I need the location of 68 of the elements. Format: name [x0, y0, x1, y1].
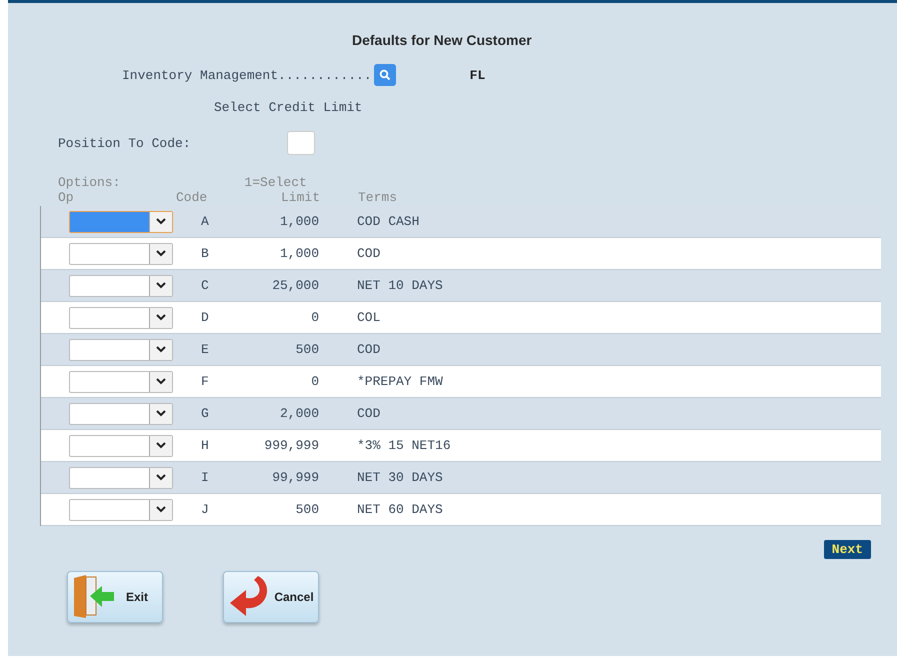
- table-cell-text: A: [200, 214, 210, 229]
- table-cell: COL: [357, 310, 380, 325]
- table-cell-text: 99,999: [271, 470, 319, 485]
- table-cell: *PREPAY FMW: [357, 374, 443, 389]
- caret-icon: [156, 506, 166, 513]
- door-arrow-icon: [72, 574, 116, 620]
- column-header: Op: [58, 190, 75, 206]
- action-button[interactable]: Cancel: [223, 571, 319, 623]
- next-button[interactable]: Next: [824, 540, 871, 559]
- table-cell: COD: [357, 406, 380, 421]
- caret-icon: [156, 282, 166, 289]
- caret-icon: [156, 442, 166, 449]
- option-dropdown[interactable]: [69, 402, 173, 424]
- option-dropdown[interactable]: [69, 466, 173, 488]
- table-cell-text: I: [200, 470, 210, 485]
- table-cell-text: 0: [310, 374, 319, 389]
- table-cell: COD CASH: [357, 214, 420, 229]
- options-legend: 1=Select: [244, 175, 307, 190]
- table-cell-text: H: [200, 438, 210, 453]
- option-dropdown[interactable]: [69, 210, 173, 232]
- table-cell: *3% 15 NET16: [357, 438, 451, 453]
- caret-icon: [156, 250, 166, 257]
- table-cell-text: E: [200, 342, 210, 357]
- table-cell: NET 60 DAYS: [357, 502, 443, 517]
- search-button[interactable]: [374, 64, 396, 86]
- search-icon: [378, 69, 391, 81]
- table-cell-text: 2,000: [278, 406, 319, 421]
- table-cell-text: 25,000: [271, 278, 319, 293]
- table-cell-text: J: [200, 502, 210, 517]
- caret-icon: [156, 410, 166, 417]
- table-cell-text: G: [200, 406, 210, 421]
- table-cell: COD: [357, 342, 380, 357]
- caret-icon: [156, 346, 166, 353]
- field-value: FL: [470, 68, 486, 82]
- option-dropdown[interactable]: [69, 498, 173, 520]
- table-cell-text: 500: [294, 342, 319, 357]
- column-header: Terms: [358, 190, 398, 206]
- table-cell: COD: [357, 246, 380, 261]
- table-cell-text: 500: [294, 502, 319, 517]
- column-header: Code: [176, 190, 208, 206]
- options-label: Options:: [58, 175, 120, 190]
- table-cell-text: 0: [310, 310, 319, 325]
- caret-icon: [156, 314, 166, 321]
- column-header: Limit: [280, 190, 320, 206]
- action-button[interactable]: Exit: [67, 571, 163, 623]
- section-heading: Select Credit Limit: [214, 100, 362, 115]
- table-cell-text: F: [200, 374, 210, 389]
- table-cell: NET 10 DAYS: [357, 278, 443, 293]
- field-label: Inventory Management............: [122, 68, 372, 82]
- table-cell-text: C: [200, 278, 210, 293]
- option-dropdown[interactable]: [69, 274, 173, 296]
- option-dropdown[interactable]: [69, 306, 173, 328]
- table-cell-text: B: [200, 246, 210, 261]
- option-dropdown[interactable]: [69, 434, 173, 456]
- caret-icon: [156, 474, 166, 481]
- form-title: Defaults for New Customer: [352, 32, 532, 48]
- table-cell: NET 30 DAYS: [357, 470, 443, 485]
- input-field[interactable]: [286, 131, 315, 155]
- caret-icon: [156, 218, 166, 225]
- table-cell-text: 1,000: [278, 214, 319, 229]
- table-cell-text: 999,999: [263, 438, 319, 453]
- option-dropdown[interactable]: [69, 338, 173, 360]
- table-cell-text: 1,000: [278, 246, 319, 261]
- option-dropdown[interactable]: [69, 370, 173, 392]
- field-label: Position To Code:: [58, 136, 191, 150]
- caret-icon: [156, 378, 166, 385]
- table-cell-text: D: [200, 310, 210, 325]
- option-dropdown[interactable]: [69, 242, 173, 264]
